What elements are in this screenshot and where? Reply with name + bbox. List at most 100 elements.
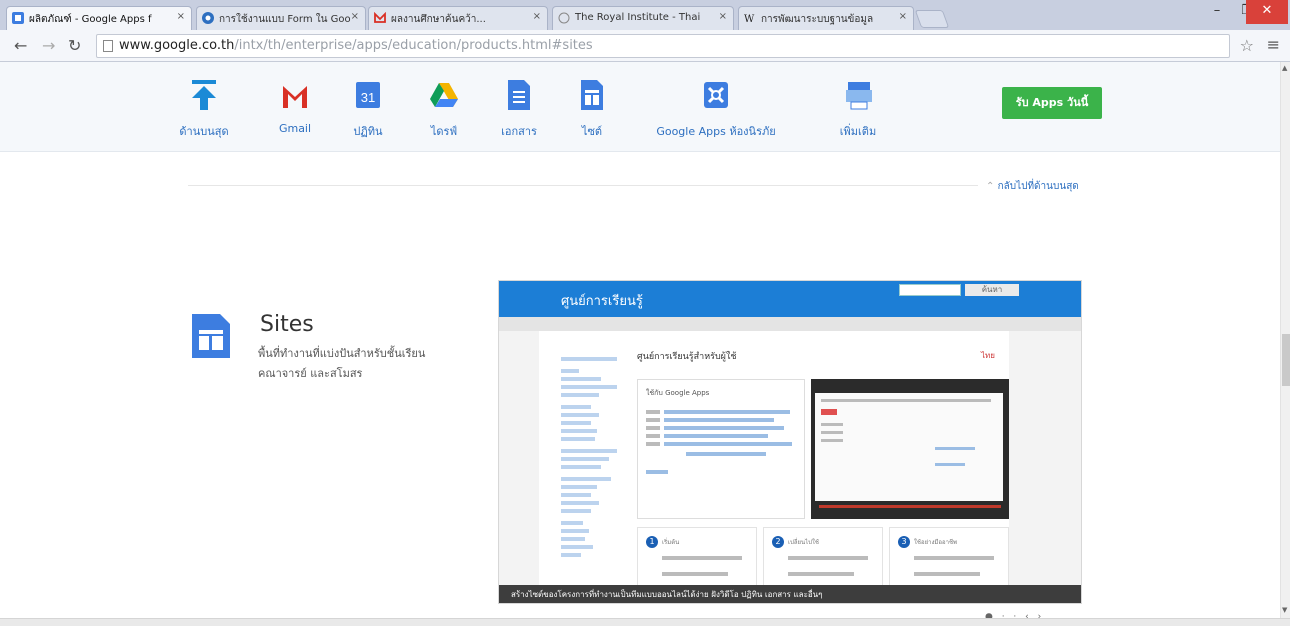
url-path: /intx/th/enterprise/apps/education/produ…	[234, 38, 593, 53]
mock-side-link	[561, 553, 581, 557]
mock-side-link	[561, 493, 591, 497]
get-apps-button[interactable]: รับ Apps วันนี้	[1002, 87, 1102, 119]
nav-more-label: เพิ่มเติม	[839, 125, 877, 138]
mock-side-link	[561, 385, 617, 389]
wikipedia-favicon: W	[744, 14, 755, 24]
section-title: Sites	[260, 312, 314, 337]
url-host: www.google.co.th	[119, 38, 235, 53]
mock-search-input	[899, 284, 961, 296]
nav-drive-label: ไดรฟ์	[430, 125, 458, 138]
mock-side-link	[561, 529, 589, 533]
close-tab-icon[interactable]: ×	[533, 11, 541, 22]
calendar-icon: 31	[356, 82, 380, 108]
address-bar[interactable]: www.google.co.th/intx/th/enterprise/apps…	[96, 34, 1230, 58]
mock-side-link	[561, 357, 617, 361]
mock-side-link	[561, 429, 597, 433]
mock-line	[686, 452, 766, 456]
mock-line	[646, 470, 668, 474]
sites-product-icon	[192, 314, 230, 358]
mock-side-link	[561, 501, 599, 505]
tab-google-apps[interactable]: ผลิตภัณฑ์ - Google Apps f ×	[6, 6, 192, 30]
nav-more[interactable]: เพิ่มเติม	[826, 78, 890, 140]
mock-line	[662, 572, 728, 576]
mock-video-progress	[819, 505, 1001, 508]
close-tab-icon[interactable]: ×	[351, 11, 359, 22]
vertical-scrollbar[interactable]: ▲ ▼	[1280, 62, 1290, 618]
mock-heading: ศูนย์การเรียนรู้สำหรับผู้ใช้	[637, 352, 737, 362]
mock-header-title: ศูนย์การเรียนรู้	[561, 294, 643, 309]
nav-vault[interactable]: Google Apps ห้องนิรภัย	[646, 78, 786, 140]
mock-side-link	[561, 485, 597, 489]
mock-line	[664, 442, 792, 446]
nav-gmail[interactable]: Gmail	[270, 78, 320, 135]
mock-line	[821, 423, 843, 426]
nav-top[interactable]: ด้านบนสุด	[172, 78, 236, 140]
apps-navigation: ด้านบนสุด Gmail 31 ปฏิทิน ไดรฟ์ เอกสาร ไ…	[0, 62, 1280, 152]
mock-line	[788, 572, 854, 576]
new-tab-button[interactable]	[914, 10, 950, 28]
minimize-button[interactable]: –	[1200, 0, 1234, 24]
mock-side-link	[561, 465, 601, 469]
browser-toolbar: ← → ↻ www.google.co.th/intx/th/enterpris…	[0, 30, 1290, 62]
calendar-icon-text: 31	[361, 90, 375, 105]
close-tab-icon[interactable]: ×	[899, 11, 907, 22]
tab-gmail[interactable]: ผลงานศึกษาค้นคว้า... ×	[368, 6, 548, 30]
mock-header: ศูนย์การเรียนรู้ ค้นหา	[499, 281, 1081, 317]
bookmark-star-icon[interactable]: ☆	[1240, 36, 1254, 55]
reload-icon[interactable]: ↻	[68, 36, 81, 55]
chrome-menu-icon[interactable]: ≡	[1267, 35, 1280, 54]
chrome-favicon	[202, 12, 214, 24]
tab-title: การใช้งานแบบ Form ใน Goo	[219, 14, 351, 25]
mock-line	[821, 409, 837, 415]
close-tab-icon[interactable]: ×	[177, 11, 185, 22]
nav-calendar[interactable]: 31 ปฏิทิน	[348, 78, 388, 140]
mock-side-link	[561, 377, 601, 381]
nav-drive[interactable]: ไดรฟ์	[422, 78, 466, 140]
mock-line	[821, 439, 843, 442]
scroll-thumb[interactable]	[1282, 334, 1290, 386]
mock-line	[662, 556, 742, 560]
forward-arrow-icon[interactable]: →	[42, 36, 55, 55]
mock-side-link	[561, 421, 591, 425]
tab-title: The Royal Institute - Thai	[575, 12, 701, 23]
mock-side-link	[561, 545, 593, 549]
mock-side-link	[561, 537, 585, 541]
close-window-button[interactable]: ✕	[1246, 0, 1288, 24]
tab-form[interactable]: การใช้งานแบบ Form ใน Goo ×	[196, 6, 366, 30]
back-to-top-link[interactable]: ⌃ กลับไปที่ด้านบนสุด	[986, 179, 1079, 194]
back-to-top-label: กลับไปที่ด้านบนสุด	[997, 181, 1079, 192]
back-arrow-icon[interactable]: ←	[14, 36, 27, 55]
mock-intro-card: ใช้กับ Google Apps	[637, 379, 805, 519]
close-tab-icon[interactable]: ×	[719, 11, 727, 22]
tab-royal-institute[interactable]: The Royal Institute - Thai ×	[552, 6, 734, 30]
mock-side-link	[561, 521, 583, 525]
nav-docs[interactable]: เอกสาร	[496, 78, 542, 140]
mock-side-link	[561, 509, 591, 513]
mock-line	[664, 426, 784, 430]
mock-side-link	[561, 477, 611, 481]
docs-icon	[508, 80, 530, 110]
drive-icon	[430, 83, 458, 107]
mock-line	[914, 572, 980, 576]
mock-subbar	[499, 317, 1081, 331]
horizontal-scrollbar[interactable]	[0, 618, 1290, 626]
scroll-down-icon[interactable]: ▼	[1282, 606, 1287, 614]
gmail-favicon	[374, 12, 386, 23]
page-favicon	[558, 12, 570, 24]
mock-body: ศูนย์การเรียนรู้สำหรับผู้ใช้ ไทย ใช้กับ …	[539, 331, 1009, 603]
nav-sites[interactable]: ไซต์	[574, 78, 610, 140]
mock-step-number: 3	[898, 536, 910, 548]
mock-step-number: 2	[772, 536, 784, 548]
mock-video	[811, 379, 1009, 519]
vault-icon	[704, 82, 728, 108]
mock-side-link	[561, 369, 579, 373]
mock-step-title: เริ่มต้น	[662, 539, 680, 546]
mock-line	[664, 434, 768, 438]
scroll-up-icon[interactable]: ▲	[1282, 64, 1287, 72]
tab-title: การพัฒนาระบบฐานข้อมูล	[761, 14, 874, 25]
nav-sites-label: ไซต์	[581, 125, 603, 138]
mock-line	[788, 556, 868, 560]
tab-wikipedia[interactable]: W การพัฒนาระบบฐานข้อมูล ×	[738, 6, 914, 30]
section-description: พื้นที่ทำงานที่แบ่งปันสำหรับชั้นเรียน คณ…	[258, 347, 426, 380]
mock-side-link	[561, 437, 595, 441]
